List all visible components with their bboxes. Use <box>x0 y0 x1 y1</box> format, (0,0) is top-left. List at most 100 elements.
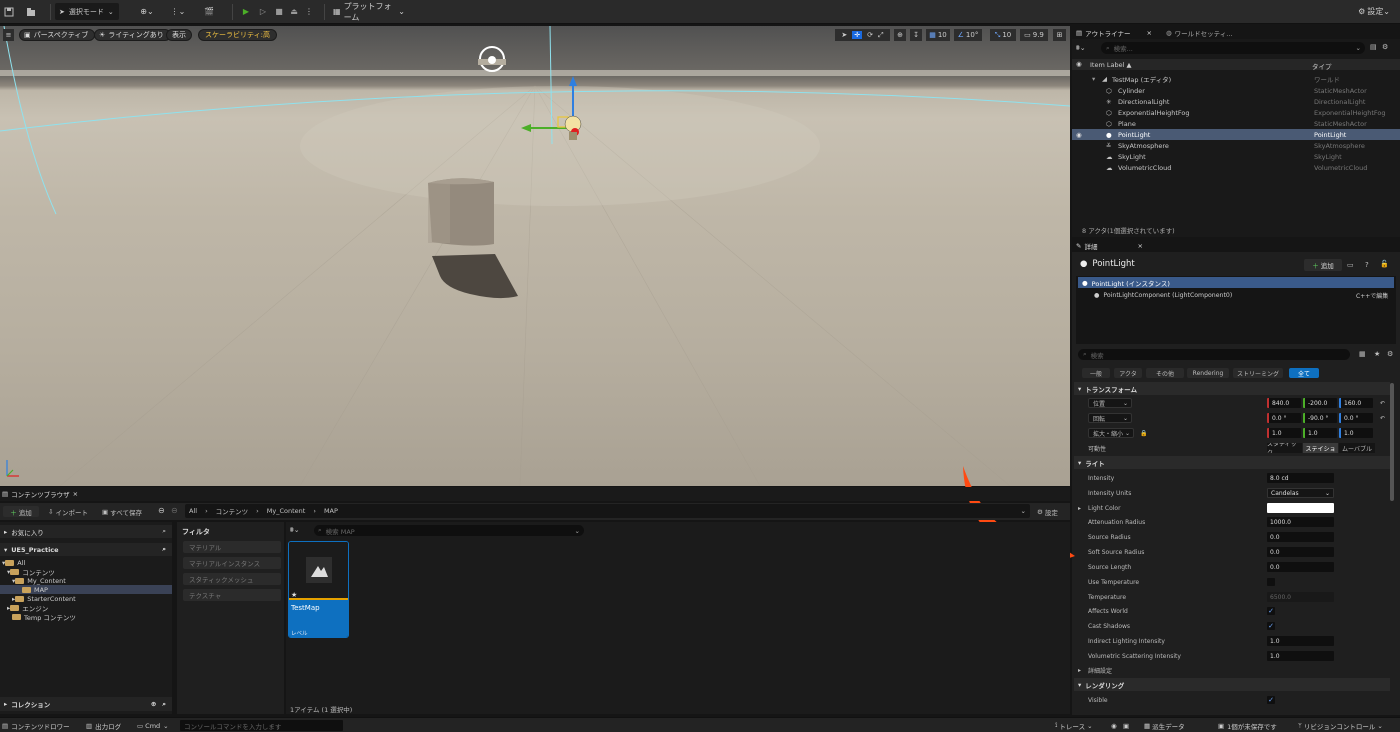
cinematics-icon[interactable]: 🎬 <box>198 3 220 20</box>
scalability-button[interactable]: スケーラビリティ:高 <box>198 29 277 41</box>
intensity-field[interactable]: 8.0 cd <box>1267 473 1334 483</box>
breadcrumb-my-content[interactable]: My_Content <box>267 507 306 515</box>
blueprint-icon[interactable]: ▭ <box>1347 261 1354 269</box>
affects-world-checkbox[interactable]: ✓ <box>1267 607 1275 615</box>
transform-tools[interactable]: ➤ ✛ ⟳ ⤢ <box>835 29 890 41</box>
filter-texture[interactable]: テクスチャ <box>183 589 281 601</box>
column-type[interactable]: タイプ <box>1312 61 1332 71</box>
cast-shadows-checkbox[interactable]: ✓ <box>1267 622 1275 630</box>
gear-icon[interactable]: ⚙ <box>1387 350 1393 358</box>
lock-icon[interactable]: 🔒 <box>1140 430 1147 437</box>
tab-outliner[interactable]: ▤ アウトライナー × <box>1076 26 1152 39</box>
location-x[interactable]: 840.0 <box>1267 398 1301 408</box>
chevron-down-icon[interactable]: ⌄ <box>1021 507 1026 515</box>
back-icon[interactable]: ⊖ <box>158 506 165 515</box>
filter-icon[interactable]: ⩩⌄ <box>1076 42 1096 54</box>
table-view-icon[interactable]: ▦ <box>1359 350 1366 358</box>
scale-y[interactable]: 1.0 <box>1303 428 1337 438</box>
outliner-row-directionallight[interactable]: ✳ DirectionalLight DirectionalLight <box>1072 96 1400 107</box>
help-icon[interactable]: ? <box>1365 261 1369 269</box>
outliner-row-skylight[interactable]: ☁ SkyLight SkyLight <box>1072 151 1400 162</box>
component-row[interactable]: ● PointLightComponent (LightComponent0) <box>1094 290 1232 300</box>
filter-material-instance[interactable]: マテリアルインスタンス <box>183 557 281 569</box>
platform-dropdown[interactable]: ▦ プラットフォーム ⌄ <box>333 2 405 22</box>
tab-rendering[interactable]: Rendering <box>1187 368 1229 378</box>
save-all-button[interactable]: ▣ すべて保存 <box>102 506 142 517</box>
close-icon[interactable]: × <box>1137 242 1142 250</box>
details-scrollbar[interactable] <box>1390 383 1394 501</box>
maximize-icon[interactable]: ⊞ <box>1053 29 1066 41</box>
trace-button[interactable]: ⟟ トレース ⌄ <box>1055 720 1093 731</box>
grid-snap-button[interactable]: ▦ 10 <box>926 29 950 41</box>
outliner-row-fog[interactable]: ⬡ ExponentialHeightFog ExponentialHeight… <box>1072 107 1400 118</box>
outliner-row-skyatmosphere[interactable]: ≚ SkyAtmosphere SkyAtmosphere <box>1072 140 1400 151</box>
search-icon[interactable]: ⌕ <box>162 545 166 554</box>
step-icon[interactable]: ▷ <box>257 3 269 20</box>
add-component-button[interactable]: ＋ 追加 <box>1304 259 1342 271</box>
tree-item-temp[interactable]: Temp コンテンツ <box>12 612 76 622</box>
show-button[interactable]: 表示 <box>166 29 192 41</box>
tab-all[interactable]: 全て <box>1289 368 1319 378</box>
close-icon[interactable]: × <box>73 490 78 498</box>
source-control-button[interactable]: ᛘ リビジョンコントロール ⌄ <box>1298 720 1383 731</box>
asset-tile-testmap[interactable]: ★ TestMap レベル <box>288 541 349 638</box>
more-icon[interactable]: ⋮ <box>305 3 313 20</box>
asset-search-input[interactable]: ⌕ 検索 MAP ⌄ <box>314 525 584 536</box>
light-color-swatch[interactable] <box>1267 503 1334 513</box>
search-icon[interactable]: ⌕ <box>162 700 166 709</box>
surface-snap-icon[interactable]: ↧ <box>910 29 922 41</box>
column-item-label[interactable]: Item Label ▲ <box>1090 61 1131 69</box>
camera-speed-button[interactable]: ▭ 9.9 <box>1020 29 1048 41</box>
search-icon[interactable]: ⌕ <box>162 527 166 536</box>
source-radius-field[interactable]: 0.0 <box>1267 532 1334 542</box>
content-drawer-button[interactable]: ▤ コンテンツドロワー <box>2 720 70 731</box>
tree-item-content[interactable]: ▾ コンテンツ <box>7 567 55 577</box>
breadcrumb-all[interactable]: All <box>189 507 197 515</box>
rotation-snap-button[interactable]: ∠ 10° <box>954 29 982 41</box>
scale-z[interactable]: 1.0 <box>1339 428 1373 438</box>
breadcrumb-map[interactable]: MAP <box>324 507 338 515</box>
add-folder-icon[interactable]: ▤ <box>1370 43 1377 51</box>
close-icon[interactable]: × <box>1147 29 1152 37</box>
volumetric-scattering-field[interactable]: 1.0 <box>1267 651 1334 661</box>
advanced-row[interactable]: ▸ 詳細設定 <box>1072 663 1390 677</box>
mobility-stationary[interactable]: ステイショ <box>1303 443 1338 453</box>
location-y[interactable]: -200.0 <box>1303 398 1337 408</box>
tab-other[interactable]: その他 <box>1146 368 1184 378</box>
add-button[interactable]: ＋ 追加 <box>3 506 39 517</box>
filter-icon[interactable]: ⩩⌄ <box>290 526 300 535</box>
star-icon[interactable]: ★ <box>1374 350 1380 358</box>
rotation-x[interactable]: 0.0 ° <box>1267 413 1301 423</box>
save-icon[interactable] <box>3 3 15 20</box>
tab-general[interactable]: 一般 <box>1082 368 1110 378</box>
outliner-row-cylinder[interactable]: ⬡ Cylinder StaticMeshActor <box>1072 85 1400 96</box>
add-icon[interactable]: ⊕ <box>151 700 156 708</box>
tab-details[interactable]: ✎ 詳細 × <box>1076 239 1143 252</box>
edit-cpp-link[interactable]: C++で編集 <box>1356 291 1388 300</box>
settings-dropdown[interactable]: ⚙ 設定 ⌄ <box>1352 3 1396 20</box>
collections-header[interactable]: ▸ コレクション ⊕ ⌕ <box>0 697 172 711</box>
derived-data-button[interactable]: ▦ 派生データ <box>1144 720 1185 731</box>
level-viewport[interactable]: ≡ ▣ パースペクティブ ☀ ライティングあり 表示 スケーラビリティ:高 ➤ … <box>0 26 1070 486</box>
outliner-row-volumetriccloud[interactable]: ☁ VolumetricCloud VolumetricCloud <box>1072 162 1400 173</box>
console-input[interactable]: コンソールコマンドを入力します <box>180 720 343 731</box>
breadcrumb-content[interactable]: コンテンツ <box>216 506 249 516</box>
outliner-search-input[interactable]: ⌕ 検索... ⌄ <box>1101 42 1365 54</box>
mobility-movable[interactable]: ムーバブル <box>1339 443 1375 453</box>
outliner-row-pointlight[interactable]: ◉ ● PointLight PointLight <box>1072 129 1400 140</box>
import-button[interactable]: ⇩ インポート <box>48 506 88 517</box>
location-z[interactable]: 160.0 <box>1339 398 1373 408</box>
blueprint-icon[interactable]: ⋮⌄ <box>167 3 189 20</box>
instance-row[interactable]: ● PointLight (インスタンス) <box>1078 277 1394 288</box>
forward-icon[interactable]: ⊖ <box>171 506 178 515</box>
play-icon[interactable]: ▶ <box>240 3 252 20</box>
scale-dropdown[interactable]: 拡大・縮小 ⌄ <box>1088 428 1134 438</box>
transform-gizmo[interactable] <box>515 74 585 148</box>
mobility-static[interactable]: スタティック <box>1267 443 1302 453</box>
scale-snap-button[interactable]: ⤡ 10 <box>990 29 1016 41</box>
temperature-field[interactable]: 6500.0 <box>1267 592 1334 602</box>
reset-icon[interactable]: ↶ <box>1380 400 1385 407</box>
attenuation-field[interactable]: 1000.0 <box>1267 517 1334 527</box>
rotation-dropdown[interactable]: 回転 ⌄ <box>1088 413 1132 423</box>
filter-static-mesh[interactable]: スタティックメッシュ <box>183 573 281 585</box>
